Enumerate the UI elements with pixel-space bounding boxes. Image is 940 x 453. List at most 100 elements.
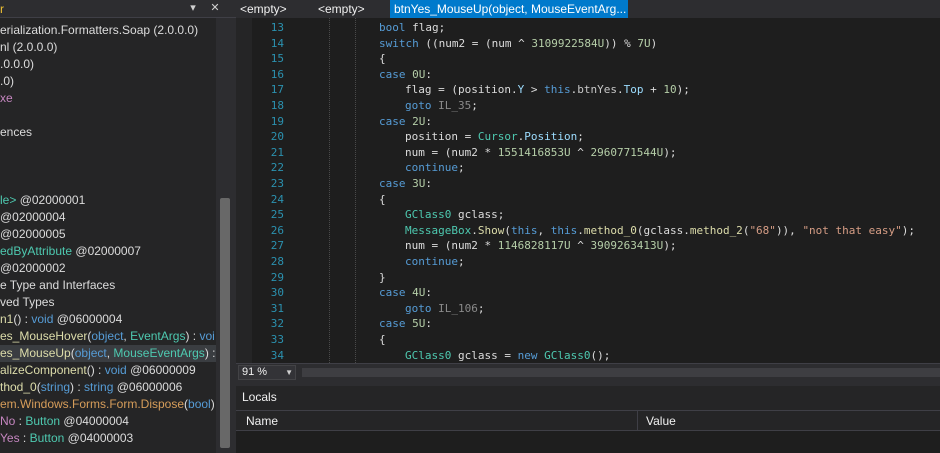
tree-item[interactable]: xe [0,90,216,107]
tree-item[interactable]: .0) [0,73,216,90]
tree-scrollbar-thumb[interactable] [220,198,230,448]
code-line[interactable]: case 2U: [379,114,432,130]
code-token: (); [590,348,611,362]
code-line[interactable]: } [379,270,386,286]
tree-item-selected[interactable]: es_MouseUp(object, MouseEventArgs) : [0,345,216,362]
tree-item[interactable]: @02000004 [0,209,216,226]
tree-item[interactable] [0,141,216,158]
column-header-value[interactable]: Value [646,414,676,428]
tree-item[interactable]: @02000005 [0,226,216,243]
code-line[interactable]: { [379,332,386,348]
code-editor[interactable]: 13 bool flag; 14 switch ((num2 = (num ^ 310… [236,18,940,363]
code-token: 5U [412,317,426,331]
code-token: 0U [412,67,426,81]
tree-item-text: .0.0.0) [0,57,35,71]
code-token: case [379,114,406,128]
code-token: ) [650,36,658,50]
code-token: ; [457,255,465,268]
code-line[interactable]: goto IL_106; [405,301,485,317]
tree-item-text: : [19,431,30,445]
column-separator[interactable] [637,411,638,431]
code-token: 7U [637,36,651,50]
tree-item-text: Yes [0,431,20,445]
code-line[interactable]: { [379,192,386,208]
tab-empty-2[interactable]: <empty> [314,0,390,18]
tree-item[interactable]: em.Windows.Forms.Form.Dispose(bool) [0,396,216,413]
tree-item-text: () : [13,312,32,326]
tree-item[interactable]: No : Button @04000004 [0,413,216,430]
tree-item[interactable]: @02000002 [0,260,216,277]
tree-item[interactable]: alizeComponent() : void @06000009 [0,362,216,379]
code-line[interactable]: { [379,51,386,67]
code-line[interactable]: GClass0 gclass; [405,207,504,223]
tree-item[interactable]: ences [0,124,216,141]
tree-scrollbar[interactable] [216,18,236,453]
code-token: method_0 [583,223,637,237]
horizontal-scrollbar[interactable] [302,368,940,377]
tree-item[interactable]: e Type and Interfaces [0,277,216,294]
column-header-name[interactable]: Name [246,414,278,428]
code-token: GClass0 [405,208,452,222]
code-token: 2U [412,114,426,128]
tree-item[interactable] [0,175,216,192]
tree-item[interactable]: .0.0.0) [0,56,216,73]
tree-item-text: : [15,414,26,428]
code-token: btnYes [577,83,617,97]
code-token: . [577,223,584,237]
code-line[interactable]: position = Cursor.Position; [405,129,584,145]
code-token: 3109922584U [531,36,605,50]
code-line[interactable]: goto IL_35; [405,98,478,114]
code-line[interactable]: continue; [405,254,465,270]
code-line[interactable]: switch ((num2 = (num ^ 3109922584U)) % 7… [379,36,657,52]
code-line[interactable]: case 3U: [379,176,432,192]
code-token: , [537,223,551,237]
tree-item[interactable]: ved Types [0,294,216,311]
tree-item[interactable]: le> @02000001 [0,192,216,209]
tree-item[interactable]: nl (2.0.0.0) [0,39,216,56]
code-line[interactable]: num = (num2 * 1146828117U ^ 3909263413U)… [405,238,677,254]
tree-view: erialization.Formatters.Soap (2.0.0.0) nl… [0,22,216,453]
tab-label: <empty> [318,2,365,16]
code-line[interactable]: bool flag; [379,20,445,36]
locals-grid: Name Value [236,410,940,453]
tree-item[interactable] [0,158,216,175]
line-number: 34 [270,348,284,362]
chevron-down-icon[interactable]: ▼ [285,366,293,379]
code-token: position = [405,130,478,144]
tree-item[interactable]: Yes : Button @04000003 [0,430,216,447]
tab-btnyes-mouseup[interactable]: btnYes_MouseUp(object, MouseEventArg... [390,0,628,18]
close-icon[interactable]: ✕ [208,1,222,15]
line-number: 33 [270,333,284,346]
code-token: + [643,83,664,97]
code-token: num = (num2 * [405,145,498,159]
code-line[interactable]: MessageBox.Show(this, this.method_0(gcla… [405,223,915,239]
code-token: flag = (position. [405,83,518,97]
code-line[interactable]: case 5U: [379,316,432,332]
code-token: 3U [412,177,426,190]
tree-item[interactable] [0,107,216,124]
code-line[interactable]: case 0U: [379,67,432,83]
code-token: "not that easy" [802,223,902,237]
pin-icon[interactable]: ▾ [186,1,200,15]
tree-item[interactable]: erialization.Formatters.Soap (2.0.0.0) [0,22,216,39]
code-line[interactable]: num = (num2 * 1551416853U ^ 2960771544U)… [405,145,677,161]
code-token: this [544,83,571,97]
code-line[interactable]: continue; [405,160,465,176]
tab-empty-1[interactable]: <empty> [236,0,314,18]
line-number: 23 [270,177,284,190]
code-line[interactable]: case 4U: [379,285,432,301]
code-token: "68" [749,223,776,237]
code-token: 3909263413U [590,239,664,253]
tree-item[interactable]: thod_0(string) : string @06000006 [0,379,216,396]
tree-item-text: @02000002 [0,261,66,275]
code-token: Show [477,223,505,237]
code-token: case [379,286,406,300]
code-line[interactable]: GClass0 gclass = new GClass0(); [405,348,610,363]
tree-item[interactable]: edByAttribute @02000007 [0,243,216,260]
indent-guide [355,18,356,363]
tree-item[interactable]: es_MouseHover(object, EventArgs) : voi [0,328,216,345]
zoom-dropdown[interactable]: 91 % ▼ [238,365,296,380]
code-line[interactable]: flag = (position.Y > this.btnYes.Top + 1… [405,82,690,98]
line-number: 25 [270,208,284,222]
tree-item[interactable]: n1() : void @06000004 [0,311,216,328]
